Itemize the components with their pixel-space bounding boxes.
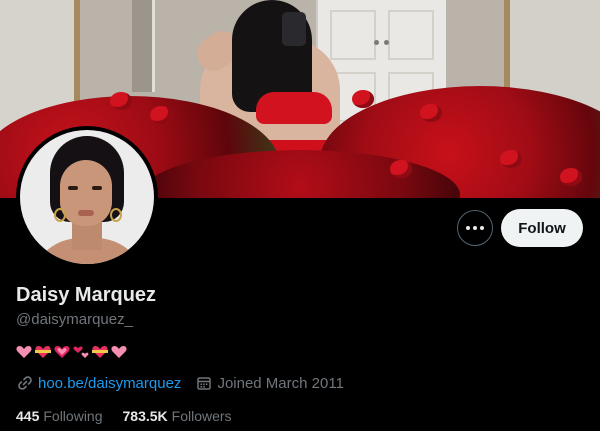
profile-handle: @daisymarquez_: [16, 311, 133, 328]
following-label: Following: [43, 408, 103, 424]
heart-with-ribbon-icon: [92, 345, 108, 359]
profile-name: Daisy Marquez: [16, 284, 157, 306]
pink-heart-icon: [111, 345, 127, 359]
avatar[interactable]: [16, 126, 158, 268]
more-options-button[interactable]: [457, 210, 493, 246]
profile-bio: [16, 342, 130, 362]
followers-label: Followers: [171, 408, 232, 424]
following-link[interactable]: 445 Following: [16, 408, 103, 424]
follow-button[interactable]: Follow: [501, 209, 583, 247]
followers-link[interactable]: 783.5K Followers: [123, 408, 232, 424]
joined-date: Joined March 2011: [217, 374, 344, 392]
profile-meta: hoo.be/daisymarquez Joined March 2011: [16, 374, 344, 392]
revolving-hearts-icon: [73, 345, 89, 359]
pink-heart-icon: [16, 345, 32, 359]
phone-icon: [282, 12, 306, 46]
banner-clothing: [256, 92, 332, 124]
banner-window: [132, 0, 155, 92]
growing-heart-icon: [54, 345, 70, 359]
profile-stats: 445 Following 783.5K Followers: [16, 408, 252, 424]
following-count: 445: [16, 408, 40, 424]
calendar-icon: [195, 374, 213, 392]
avatar-image: [20, 130, 154, 264]
heart-with-ribbon-icon: [35, 345, 51, 359]
more-horizontal-icon: [465, 226, 486, 230]
followers-count: 783.5K: [122, 408, 168, 424]
link-icon: [16, 374, 34, 392]
website-link[interactable]: hoo.be/daisymarquez: [38, 375, 181, 392]
